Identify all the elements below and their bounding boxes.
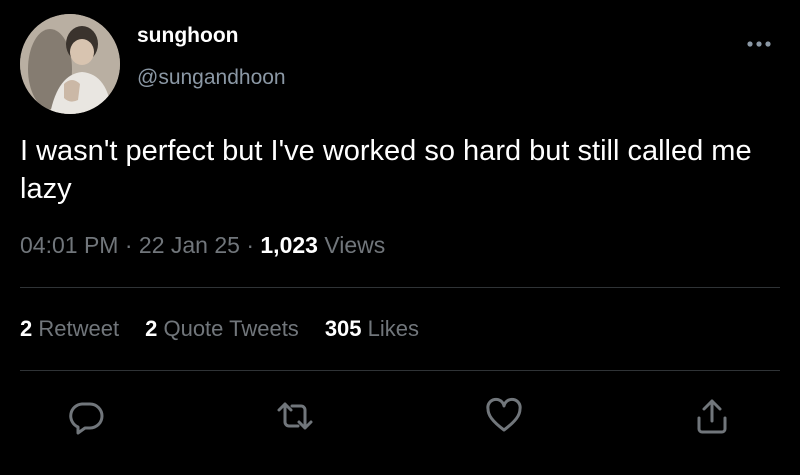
- avatar[interactable]: [20, 14, 120, 114]
- retweets-label: Retweet: [38, 316, 120, 341]
- retweets-count: 2: [20, 316, 33, 341]
- likes-label: Likes: [367, 316, 420, 341]
- tweet-date[interactable]: 22 Jan 25: [139, 232, 240, 258]
- quotes-label: Quote Tweets: [163, 316, 299, 341]
- more-options-icon[interactable]: [746, 34, 772, 54]
- likes-count: 305: [324, 316, 362, 341]
- divider: [20, 287, 780, 288]
- author-handle[interactable]: @sungandhoon: [137, 66, 286, 90]
- meta-separator: ·: [118, 232, 139, 258]
- retweet-icon: [277, 402, 313, 430]
- avatar-photo: [20, 14, 120, 114]
- divider: [20, 370, 780, 371]
- tweet-card: sunghoon @sungandhoon I wasn't perfect b…: [0, 0, 800, 475]
- author-name[interactable]: sunghoon: [137, 24, 238, 48]
- quotes-stat[interactable]: 2 Quote Tweets: [145, 316, 299, 341]
- engagement-stats: 2 Retweet 2 Quote Tweets 305 Likes: [20, 316, 445, 342]
- meta-separator: ·: [239, 232, 261, 258]
- like-button[interactable]: [484, 396, 524, 436]
- tweet-time[interactable]: 04:01 PM: [20, 232, 118, 258]
- heart-icon: [486, 397, 522, 432]
- tweet-text: I wasn't perfect but I've worked so hard…: [20, 135, 752, 205]
- views-label: Views: [324, 232, 386, 258]
- retweet-button[interactable]: [275, 396, 315, 436]
- tweet-meta: 04:01 PM · 22 Jan 25 · 1,023 Views: [20, 232, 385, 259]
- views-count: 1,023: [260, 232, 318, 258]
- share-button[interactable]: [692, 396, 732, 436]
- share-icon: [697, 399, 727, 434]
- reply-button[interactable]: [66, 396, 106, 436]
- retweets-stat[interactable]: 2 Retweet: [20, 316, 119, 341]
- reply-icon: [69, 402, 104, 435]
- likes-stat[interactable]: 305 Likes: [325, 316, 419, 341]
- quotes-count: 2: [145, 316, 158, 341]
